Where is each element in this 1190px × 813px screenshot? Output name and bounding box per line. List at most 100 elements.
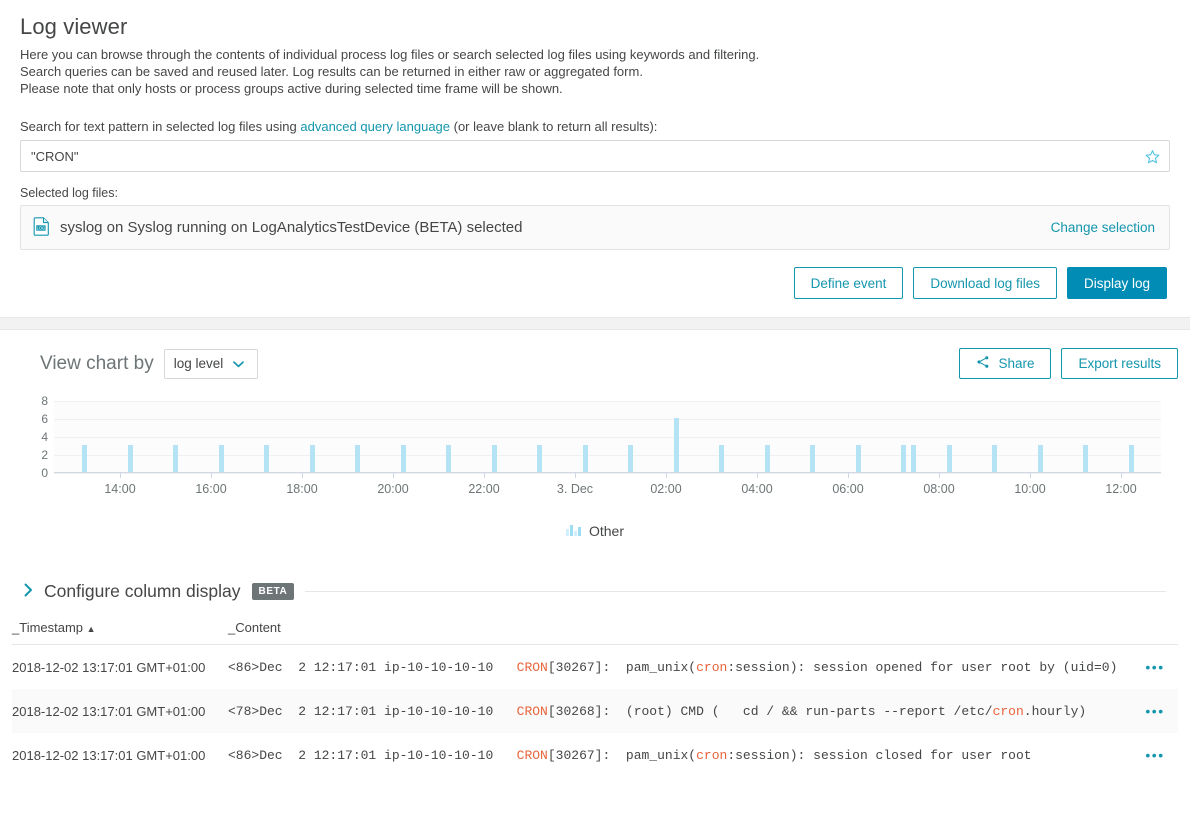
column-header-timestamp-label: _Timestamp: [12, 620, 84, 635]
content-text: :session): session closed for user root: [727, 747, 1032, 763]
content-text: :session): session opened for user root …: [727, 659, 1118, 675]
chart-bar[interactable]: [628, 445, 633, 472]
chart-plot-area: [54, 401, 1161, 474]
more-options-icon[interactable]: •••: [1145, 747, 1164, 763]
chart-bar[interactable]: [400, 445, 406, 472]
cell-timestamp: 2018-12-02 13:17:01 GMT+01:00: [12, 659, 206, 675]
define-event-button[interactable]: Define event: [793, 267, 904, 299]
content-match-highlight: CRON: [516, 747, 548, 763]
configure-column-display-title: Configure column display: [44, 581, 241, 601]
search-label-before: Search for text pattern in selected log …: [20, 119, 301, 134]
column-header-menu: [1132, 620, 1178, 645]
chart-bar[interactable]: [309, 445, 315, 472]
chart-bar[interactable]: [992, 445, 997, 472]
intro-line-1: Here you can browse through the contents…: [20, 47, 760, 62]
chart-y-axis: 0 2 4 6 8: [24, 394, 48, 480]
change-selection-link[interactable]: Change selection: [1051, 220, 1155, 235]
chart-x-tick-mark: [120, 473, 121, 478]
configure-column-display[interactable]: Configure column display BETA: [24, 581, 1166, 602]
chart-bar[interactable]: [173, 445, 178, 472]
content-match-highlight: CRON: [516, 659, 548, 675]
download-log-files-button[interactable]: Download log files: [913, 267, 1057, 299]
chart-bar[interactable]: [855, 445, 861, 472]
content-text: [30267]: pam_unix(: [547, 747, 697, 763]
chart-bar[interactable]: [264, 445, 269, 472]
chart-x-tick-label: 06:00: [832, 482, 864, 496]
share-button[interactable]: Share: [959, 348, 1052, 379]
table-row[interactable]: 2018-12-02 13:17:01 GMT+01:00 <86>Dec 2 1…: [12, 645, 1178, 690]
chart-bar[interactable]: [218, 445, 224, 472]
column-header-timestamp[interactable]: _Timestamp ▲: [12, 620, 228, 645]
chart-y-tick: 6: [41, 412, 48, 426]
chart-x-tick-mark: [211, 473, 212, 478]
chart-legend[interactable]: Other: [12, 523, 1178, 539]
chart-bar[interactable]: [946, 445, 952, 472]
cell-row-menu: •••: [1132, 645, 1178, 690]
chart-x-tick-mark: [666, 473, 667, 478]
cell-content: <86>Dec 2 12:17:01 ip-10-10-10-10 CRON[3…: [228, 733, 1132, 777]
log-results-body: 2018-12-02 13:17:01 GMT+01:00 <86>Dec 2 1…: [12, 645, 1178, 778]
view-chart-by-dropdown[interactable]: log level: [163, 348, 258, 379]
chart-bar[interactable]: [911, 445, 916, 472]
export-results-button[interactable]: Export results: [1061, 348, 1178, 379]
content-match-highlight: CRON: [516, 703, 548, 719]
chart-bar[interactable]: [764, 445, 770, 472]
chart-bar[interactable]: [901, 445, 906, 472]
table-header-row: _Timestamp ▲ _Content: [12, 620, 1178, 645]
more-options-icon[interactable]: •••: [1145, 659, 1164, 675]
more-options-icon[interactable]: •••: [1145, 703, 1164, 719]
panel-divider: [0, 318, 1190, 330]
cell-row-menu: •••: [1132, 689, 1178, 733]
chart-bar[interactable]: [719, 445, 724, 472]
share-icon: [976, 355, 990, 372]
search-label: Search for text pattern in selected log …: [20, 119, 1178, 134]
star-outline-icon[interactable]: [1142, 146, 1162, 166]
table-row[interactable]: 2018-12-02 13:17:01 GMT+01:00 <78>Dec 2 1…: [12, 689, 1178, 733]
content-text: <78>Dec 2 12:17:01 ip-10-10-10-10: [228, 703, 517, 719]
log-results-table: _Timestamp ▲ _Content 2018-12-02 13:17:0…: [12, 620, 1178, 777]
chart-bar[interactable]: [673, 418, 679, 472]
chart-bar[interactable]: [582, 445, 588, 472]
chart-bar[interactable]: [127, 445, 133, 472]
column-header-content[interactable]: _Content: [228, 620, 1132, 645]
cell-row-menu: •••: [1132, 733, 1178, 777]
chart-bar[interactable]: [1083, 445, 1088, 472]
chart-bar[interactable]: [810, 445, 815, 472]
advanced-query-language-link[interactable]: advanced query language: [300, 119, 450, 134]
chart-bar[interactable]: [1128, 445, 1134, 472]
log-viewer-panel: Log viewer Here you can browse through t…: [0, 0, 1190, 318]
chart-bar[interactable]: [491, 445, 497, 472]
chart-x-tick-mark: [1121, 473, 1122, 478]
content-text: .hourly): [1023, 703, 1087, 719]
chart-header: View chart by log level Share Export res…: [12, 330, 1178, 379]
chart-bar[interactable]: [355, 445, 360, 472]
chart-bar[interactable]: [537, 445, 542, 472]
chart-x-tick-mark: [757, 473, 758, 478]
display-log-button[interactable]: Display log: [1066, 267, 1167, 299]
cell-content: <86>Dec 2 12:17:01 ip-10-10-10-10 CRON[3…: [228, 645, 1132, 690]
chart-y-tick: 2: [41, 448, 48, 462]
content-text: [30267]: pam_unix(: [547, 659, 697, 675]
intro-line-3: Please note that only hosts or process g…: [20, 81, 563, 96]
selected-log-file-box: LOG syslog on Syslog running on LogAnaly…: [20, 205, 1170, 250]
results-panel: View chart by log level Share Export res…: [0, 330, 1190, 777]
chart-bar[interactable]: [1037, 445, 1043, 472]
content-text: [30268]: (root) CMD ( cd / && run-parts …: [547, 703, 993, 719]
search-row: [20, 140, 1170, 172]
cell-timestamp: 2018-12-02 13:17:01 GMT+01:00: [12, 703, 206, 719]
svg-text:LOG: LOG: [37, 225, 46, 230]
intro-text: Here you can browse through the contents…: [20, 46, 1178, 97]
cell-content: <78>Dec 2 12:17:01 ip-10-10-10-10 CRON[3…: [228, 689, 1132, 733]
log-volume-chart: 0 2 4 6 8 14:00 16:00 18:00 20:00 22:00 3. Dec 02:…: [24, 394, 1166, 501]
search-input[interactable]: [20, 140, 1170, 172]
chart-y-tick: 4: [41, 430, 48, 444]
content-text: <86>Dec 2 12:17:01 ip-10-10-10-10: [228, 659, 517, 675]
chart-x-tick-label: 18:00: [286, 482, 318, 496]
chart-x-tick-label: 08:00: [923, 482, 955, 496]
chevron-right-icon: [24, 583, 33, 600]
chart-bar[interactable]: [82, 445, 87, 472]
chart-x-tick-label: 16:00: [195, 482, 227, 496]
chart-bar[interactable]: [446, 445, 451, 472]
chart-x-tick-label: 12:00: [1105, 482, 1137, 496]
table-row[interactable]: 2018-12-02 13:17:01 GMT+01:00 <86>Dec 2 1…: [12, 733, 1178, 777]
